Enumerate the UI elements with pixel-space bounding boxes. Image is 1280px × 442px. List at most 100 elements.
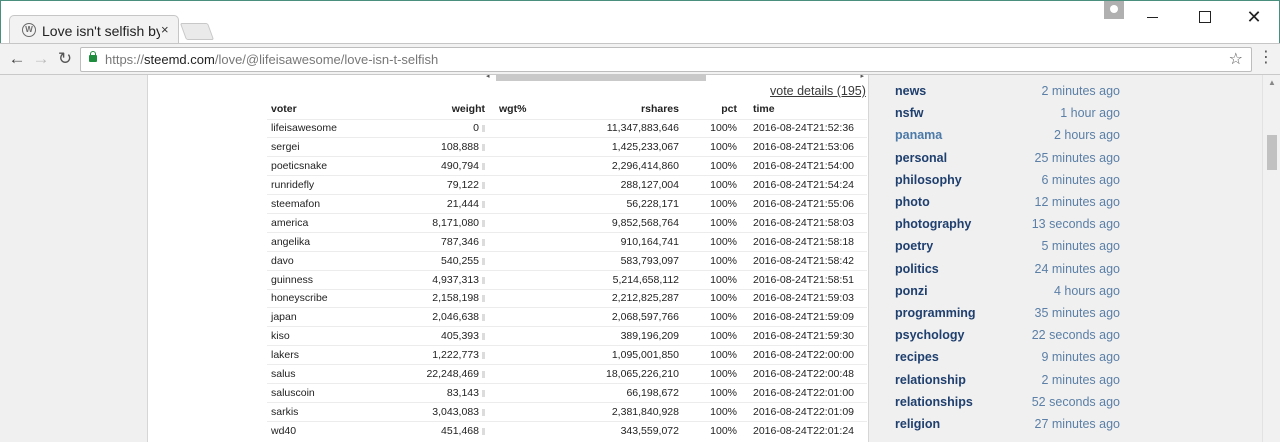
tag-link[interactable]: ponzi (895, 284, 928, 298)
cell-time: 2016-08-24T22:01:00 (737, 382, 867, 403)
cell-weight: 22,248,469 (385, 364, 485, 384)
tag-time: 52 seconds ago (1031, 394, 1120, 409)
new-tab-button[interactable] (179, 23, 215, 40)
page-scrollbar[interactable]: ▲ (1262, 75, 1280, 442)
votes-table: voter weight wgt% rshares pct time lifei… (267, 99, 867, 441)
chrome-menu-icon[interactable]: ⋮ (1258, 48, 1274, 68)
forward-icon[interactable]: → (30, 48, 52, 70)
cell-wgt (485, 194, 595, 214)
cell-weight: 0 (385, 118, 485, 138)
cell-voter[interactable]: kiso (267, 326, 385, 346)
tag-link[interactable]: philosophy (895, 173, 962, 187)
tag-link[interactable]: poetry (895, 239, 933, 253)
tag-link[interactable]: psychology (895, 328, 964, 342)
tag-time: 1 hour ago (1060, 106, 1120, 121)
tag-link[interactable]: recipes (895, 350, 939, 364)
cell-voter[interactable]: lifeisawesome (267, 118, 385, 138)
cell-rshares: 11,347,883,646 (595, 118, 679, 138)
cell-time: 2016-08-24T21:59:30 (737, 326, 867, 346)
maximize-button[interactable] (1192, 7, 1216, 27)
cell-voter[interactable]: lakers (267, 345, 385, 365)
weight-value: 451,468 (441, 424, 479, 437)
cell-voter[interactable]: honeyscribe (267, 288, 385, 308)
cell-voter[interactable]: poeticsnake (267, 156, 385, 176)
cell-voter[interactable]: sarkis (267, 401, 385, 422)
weight-bar (482, 295, 485, 303)
weight-bar (482, 182, 485, 190)
cell-rshares: 5,214,658,112 (595, 269, 679, 290)
minimize-button[interactable] (1141, 7, 1165, 27)
weight-bar (482, 333, 485, 341)
weight-bar (482, 427, 485, 435)
cell-voter[interactable]: steemafon (267, 194, 385, 214)
cell-wgt (485, 250, 595, 271)
scroll-up-icon[interactable]: ▲ (1268, 78, 1276, 87)
cell-voter[interactable]: salus (267, 364, 385, 384)
tag-link[interactable]: photo (895, 195, 930, 209)
tag-link[interactable]: programming (895, 306, 976, 320)
cell-voter[interactable]: guinness (267, 269, 385, 290)
tab-close-icon[interactable]: × (161, 22, 169, 37)
tag-link[interactable]: panama (895, 128, 942, 142)
close-window-button[interactable]: ✕ (1242, 7, 1266, 27)
lock-icon (89, 51, 97, 62)
tags-sidebar: news 2 minutes ago nsfw 1 hour ago panama 2 h… (870, 75, 1262, 442)
weight-value: 540,255 (441, 254, 479, 267)
tag-row: psychology 22 seconds ago (895, 328, 1120, 350)
cell-weight: 79,122 (385, 175, 485, 195)
cell-rshares: 288,127,004 (595, 175, 679, 195)
tag-link[interactable]: photography (895, 217, 971, 231)
table-horizontal-scrollbar[interactable]: ◂ ▸ (486, 75, 864, 81)
vote-details-link[interactable]: vote details (195) (770, 84, 866, 98)
cell-weight: 3,043,083 (385, 401, 485, 422)
browser-tab[interactable]: W Love isn't selfish by × (9, 15, 179, 45)
cell-voter[interactable]: angelika (267, 231, 385, 252)
tag-row: photography 13 seconds ago (895, 217, 1120, 239)
tag-time: 12 minutes ago (1034, 195, 1120, 209)
cell-time: 2016-08-24T22:00:48 (737, 364, 867, 384)
tag-row: recipes 9 minutes ago (895, 350, 1120, 372)
tag-time: 5 minutes ago (1041, 239, 1120, 254)
cell-pct: 100% (679, 231, 737, 252)
cell-weight: 405,393 (385, 326, 485, 346)
scroll-thumb[interactable] (496, 75, 706, 81)
back-icon[interactable]: ← (6, 48, 28, 70)
bookmark-star-icon[interactable]: ☆ (1229, 49, 1243, 69)
cell-voter[interactable]: saluscoin (267, 382, 385, 403)
tag-row: programming 35 minutes ago (895, 306, 1120, 328)
weight-value: 1,222,773 (432, 349, 479, 362)
address-bar[interactable]: https://steemd.com/love/@lifeisawesome/l… (80, 47, 1252, 72)
profile-icon[interactable] (1104, 1, 1124, 19)
scroll-right-icon[interactable]: ▸ (860, 75, 864, 80)
table-row: saluscoin 83,143 66,198,672 100% 2016-08-24T… (267, 382, 867, 403)
cell-voter[interactable]: wd40 (267, 420, 385, 441)
tag-link[interactable]: relationships (895, 395, 973, 409)
col-pct: pct (721, 102, 737, 115)
scroll-left-icon[interactable]: ◂ (486, 75, 490, 80)
table-row: sergei 108,888 1,425,233,067 100% 2016-08-24… (267, 137, 867, 157)
tag-link[interactable]: relationship (895, 373, 966, 387)
cell-voter[interactable]: america (267, 212, 385, 233)
table-row: steemafon 21,444 56,228,171 100% 2016-08-24T… (267, 194, 867, 214)
cell-pct: 100% (679, 194, 737, 214)
cell-wgt (485, 382, 595, 403)
tag-link[interactable]: politics (895, 262, 939, 276)
cell-time: 2016-08-24T21:54:24 (737, 175, 867, 195)
page-scroll-thumb[interactable] (1267, 135, 1277, 170)
cell-voter[interactable]: sergei (267, 137, 385, 157)
tag-link[interactable]: personal (895, 151, 947, 165)
table-row: salus 22,248,469 18,065,226,210 100% 2016-08… (267, 364, 867, 384)
tag-link[interactable]: news (895, 84, 926, 98)
tag-time: 35 minutes ago (1034, 306, 1120, 320)
cell-voter[interactable]: runridefly (267, 175, 385, 195)
reload-icon[interactable]: ↻ (54, 48, 76, 70)
cell-rshares: 389,196,209 (595, 326, 679, 346)
cell-wgt (485, 307, 595, 327)
cell-voter[interactable]: japan (267, 307, 385, 327)
cell-voter[interactable]: davo (267, 250, 385, 271)
tag-link[interactable]: religion (895, 417, 940, 431)
cell-time: 2016-08-24T21:59:03 (737, 288, 867, 308)
cell-weight: 2,158,198 (385, 288, 485, 308)
tag-link[interactable]: nsfw (895, 106, 923, 120)
cell-wgt (485, 326, 595, 346)
